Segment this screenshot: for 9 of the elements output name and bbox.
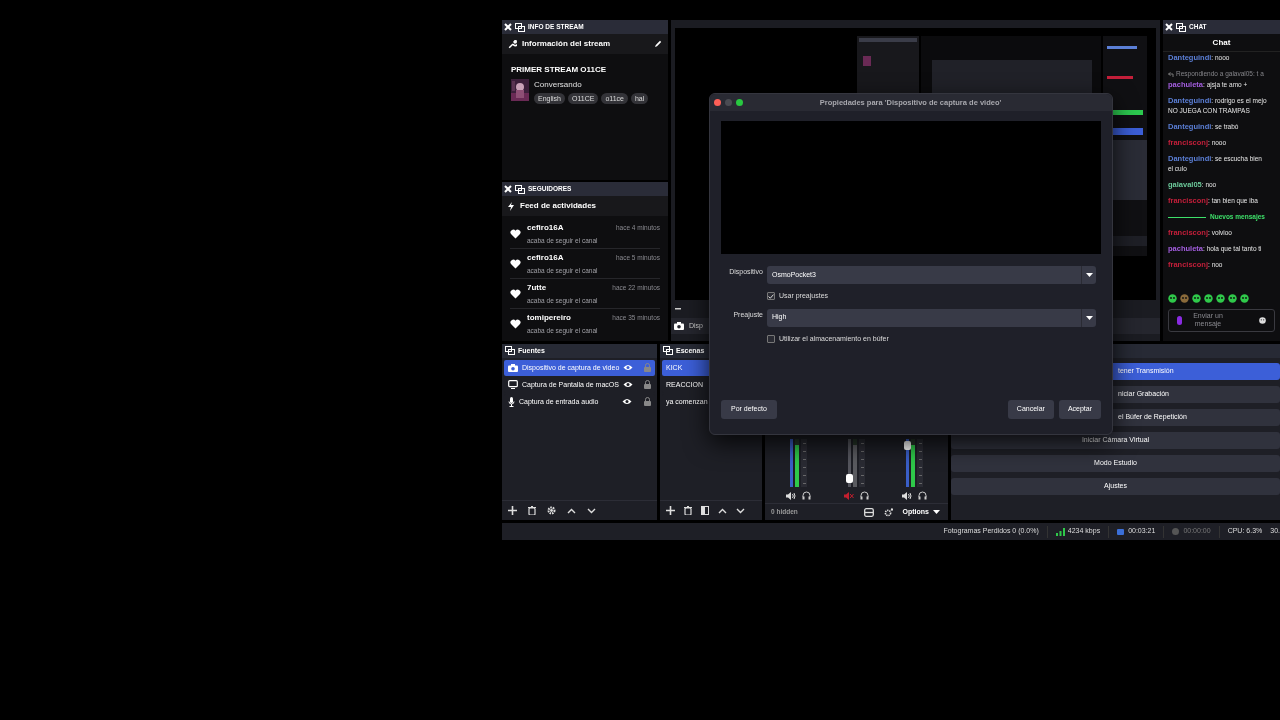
follower-name: cefiro16A bbox=[527, 221, 564, 234]
section-title: Feed de actividades bbox=[520, 200, 597, 212]
category-label: Conversando bbox=[534, 79, 583, 91]
follower-name: 7utte bbox=[527, 281, 547, 294]
stream-title: PRIMER STREAM O11CE bbox=[511, 64, 608, 76]
section-title: Información del stream bbox=[522, 38, 611, 50]
follower-name: cefiro16A bbox=[527, 251, 564, 264]
chat-heading: Chat bbox=[1163, 34, 1280, 52]
follower-name: tomipereiro bbox=[527, 312, 571, 325]
